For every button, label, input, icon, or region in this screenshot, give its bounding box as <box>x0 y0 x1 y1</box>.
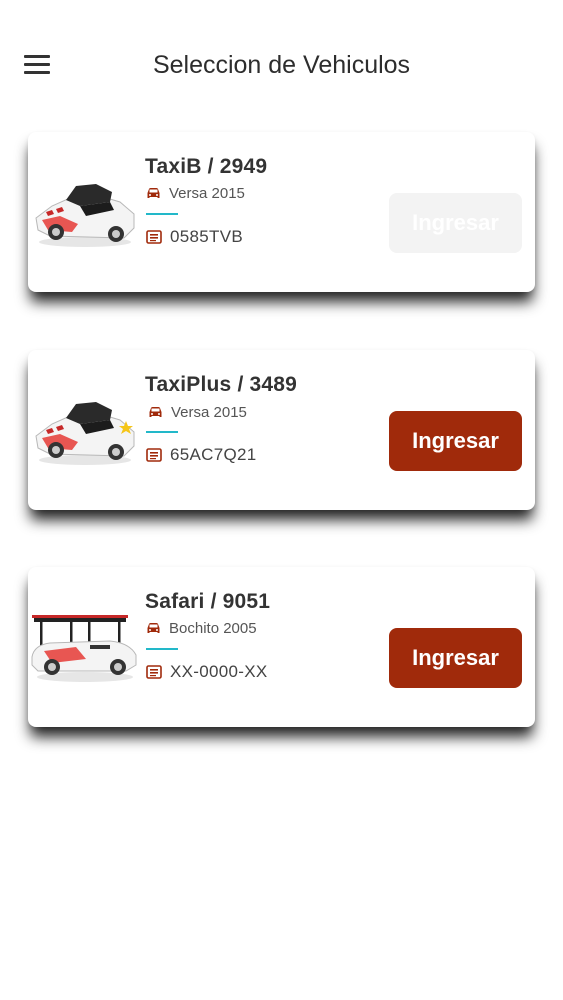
vehicle-plate-row: 65AC7Q21 <box>146 445 257 465</box>
vehicle-plate: XX-0000-XX <box>170 662 268 681</box>
vehicle-model: Bochito 2005 <box>169 619 257 637</box>
page-title: Seleccion de Vehiculos <box>152 51 411 79</box>
safari-taxi-image <box>31 615 137 682</box>
ingresar-button[interactable]: Ingresar <box>389 193 522 253</box>
vehicle-card: TaxiPlus / 3489 Versa 2015 65AC7Q21 Ingr… <box>28 350 535 510</box>
plate-icon <box>146 230 162 244</box>
plate-icon <box>146 448 162 462</box>
app-header: Seleccion de Vehiculos <box>0 0 563 130</box>
vehicle-model: Versa 2015 <box>169 184 245 202</box>
vehicle-model: Versa 2015 <box>171 403 247 421</box>
vehicle-title: TaxiB / 2949 <box>145 155 268 178</box>
sedan-taxi-image <box>35 184 135 247</box>
vehicle-plate: 0585TVB <box>170 227 243 246</box>
sedan-taxi-star-image <box>35 402 135 465</box>
vehicle-model-row: Versa 2015 <box>146 184 245 202</box>
vehicle-title: TaxiPlus / 3489 <box>145 373 298 396</box>
divider <box>146 213 178 215</box>
vehicle-plate-row: 0585TVB <box>146 227 243 247</box>
ingresar-button[interactable]: Ingresar <box>389 628 522 688</box>
vehicle-title: Safari / 9051 <box>145 590 271 613</box>
vehicle-card: TaxiB / 2949 Versa 2015 0585TVB Ingresar <box>28 132 535 292</box>
vehicle-plate: 65AC7Q21 <box>170 445 257 464</box>
car-icon <box>147 187 160 198</box>
vehicle-model-row: Versa 2015 <box>148 403 247 421</box>
vehicle-plate-row: XX-0000-XX <box>146 662 268 682</box>
vehicle-model-row: Bochito 2005 <box>146 619 257 637</box>
vehicle-card: Safari / 9051 Bochito 2005 XX-0000-XX In… <box>28 567 535 727</box>
divider <box>146 648 178 650</box>
car-icon <box>147 622 160 633</box>
car-icon <box>149 406 162 417</box>
ingresar-button[interactable]: Ingresar <box>389 411 522 471</box>
divider <box>146 431 178 433</box>
plate-icon <box>146 665 162 679</box>
